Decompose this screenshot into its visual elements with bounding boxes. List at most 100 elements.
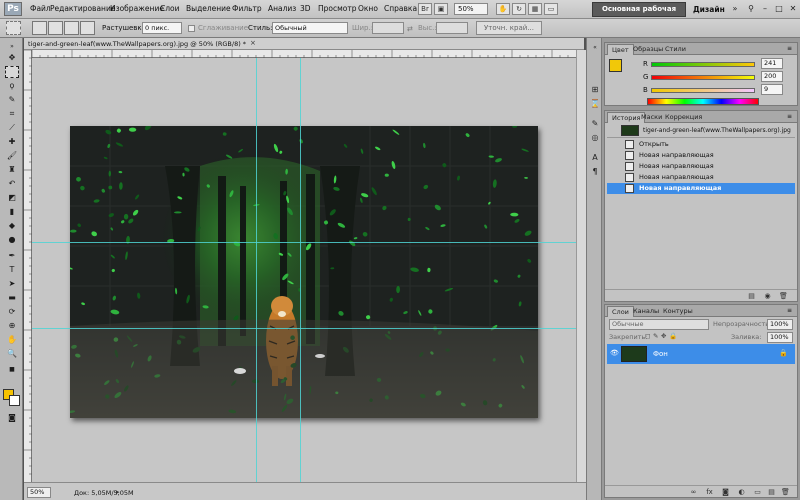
history-brush-tool-icon[interactable]: ↶ bbox=[5, 178, 19, 190]
collapse-panels-icon[interactable]: « bbox=[589, 42, 601, 54]
close-document-icon[interactable]: × bbox=[250, 39, 256, 47]
move-tool-icon[interactable]: ✥ bbox=[5, 52, 19, 64]
history-item[interactable]: Новая направляющая bbox=[607, 150, 795, 161]
dodge-tool-icon[interactable]: ● bbox=[5, 234, 19, 246]
lock-transparency-icon[interactable]: ◻ bbox=[645, 332, 650, 340]
zoom-level-select[interactable]: 50% bbox=[454, 3, 488, 15]
3d-rotate-tool-icon[interactable]: ⟳ bbox=[5, 306, 19, 318]
status-zoom-input[interactable]: 50% bbox=[27, 487, 51, 498]
paragraph-panel-icon[interactable]: ¶ bbox=[589, 166, 601, 178]
g-value-input[interactable]: 200 bbox=[761, 71, 783, 82]
guide-vertical[interactable] bbox=[300, 58, 301, 482]
blur-tool-icon[interactable]: ◆ bbox=[5, 220, 19, 232]
hand-tool-icon[interactable]: ✋ bbox=[496, 3, 510, 15]
new-group-icon[interactable]: ▭ bbox=[753, 488, 762, 497]
new-layer-icon[interactable]: ▤ bbox=[767, 488, 776, 497]
clone-source-panel-icon[interactable]: ◎ bbox=[589, 132, 601, 144]
lock-pixels-icon[interactable]: ✎ bbox=[653, 332, 658, 340]
new-selection-icon[interactable] bbox=[32, 21, 47, 35]
layer-style-icon[interactable]: fx bbox=[705, 488, 714, 497]
brush-tool-icon[interactable]: 🖌 bbox=[5, 150, 19, 162]
guide-vertical[interactable] bbox=[256, 58, 257, 482]
add-selection-icon[interactable] bbox=[48, 21, 63, 35]
menu-layers[interactable]: Слои bbox=[160, 4, 180, 13]
screen-mode-icon[interactable]: ▭ bbox=[544, 3, 558, 15]
3d-orbit-tool-icon[interactable]: ⊕ bbox=[5, 320, 19, 332]
link-layers-icon[interactable]: ∞ bbox=[689, 488, 698, 497]
opacity-input[interactable]: 100% bbox=[767, 319, 793, 330]
tab-channels[interactable]: Каналы bbox=[629, 306, 663, 317]
quick-mask-icon[interactable]: ◙ bbox=[5, 412, 19, 424]
bridge-icon[interactable]: Br bbox=[418, 3, 432, 15]
delete-state-icon[interactable]: 🗑 bbox=[779, 292, 788, 301]
horizontal-ruler[interactable] bbox=[32, 50, 576, 58]
workspace-design-link[interactable]: Дизайн bbox=[693, 5, 725, 14]
new-document-from-state-icon[interactable]: ▤ bbox=[747, 292, 756, 301]
character-panel-icon[interactable]: A bbox=[589, 152, 601, 164]
history-snapshot[interactable]: tiger-and-green-leaf(www.TheWallpapers.o… bbox=[607, 124, 795, 138]
layer-row[interactable]: 👁 Фон 🔒 bbox=[607, 344, 795, 364]
fill-input[interactable]: 100% bbox=[767, 332, 793, 343]
r-slider[interactable] bbox=[651, 62, 755, 67]
swap-dimensions-icon[interactable]: ⇄ bbox=[407, 25, 413, 33]
document-image[interactable] bbox=[70, 126, 538, 418]
menu-filter[interactable]: Фильтр bbox=[232, 4, 262, 13]
b-value-input[interactable]: 9 bbox=[761, 84, 783, 95]
refine-edge-button[interactable]: Уточн. край... bbox=[476, 21, 542, 35]
tab-adjustments[interactable]: Коррекция bbox=[661, 112, 706, 123]
hand-tool-icon-side[interactable]: ✋ bbox=[5, 334, 19, 346]
blend-mode-select[interactable]: Обычные bbox=[609, 319, 709, 330]
history-item[interactable]: Новая направляющая bbox=[607, 172, 795, 183]
tab-styles[interactable]: Стили bbox=[661, 44, 690, 55]
more-workspaces-icon[interactable]: » bbox=[728, 3, 742, 15]
menu-select[interactable]: Выделение bbox=[186, 4, 231, 13]
layer-mask-icon[interactable]: ◙ bbox=[721, 488, 730, 497]
brush-panel-icon[interactable]: ✎ bbox=[589, 118, 601, 130]
canvas-area[interactable] bbox=[32, 58, 576, 482]
width-input[interactable] bbox=[372, 22, 404, 34]
close-button[interactable]: ✕ bbox=[786, 3, 800, 15]
status-menu-arrow-icon[interactable]: ▸ bbox=[116, 488, 120, 496]
eyedropper-tool-icon[interactable]: ⟋ bbox=[5, 122, 19, 134]
document-size-info[interactable]: Док: 5,05M/5,05M bbox=[74, 489, 134, 497]
type-tool-icon[interactable]: T bbox=[5, 264, 19, 276]
menu-window[interactable]: Окно bbox=[358, 4, 378, 13]
pen-tool-icon[interactable]: ✒ bbox=[5, 250, 19, 262]
menu-help[interactable]: Справка bbox=[384, 4, 417, 13]
history-panel-icon[interactable]: ⌛ bbox=[589, 98, 601, 110]
b-slider[interactable] bbox=[651, 88, 755, 93]
menu-file[interactable]: Файл bbox=[30, 4, 51, 13]
minimize-button[interactable]: – bbox=[758, 3, 772, 15]
gradient-tool-icon[interactable]: ▮ bbox=[5, 206, 19, 218]
history-item-selected[interactable]: Новая направляющая bbox=[607, 183, 795, 194]
eraser-tool-icon[interactable]: ◩ bbox=[5, 192, 19, 204]
panel-menu-icon[interactable]: ≡ bbox=[787, 307, 792, 314]
minibridge-icon[interactable]: ▣ bbox=[434, 3, 448, 15]
guide-horizontal[interactable] bbox=[32, 328, 576, 329]
workspace-button[interactable]: Основная рабочая среда bbox=[592, 2, 686, 26]
panel-menu-icon[interactable]: ≡ bbox=[787, 45, 792, 52]
panel-menu-icon[interactable]: ≡ bbox=[787, 113, 792, 120]
feather-input[interactable]: 0 пикс. bbox=[142, 22, 182, 34]
healing-brush-tool-icon[interactable]: ✚ bbox=[5, 136, 19, 148]
g-slider[interactable] bbox=[651, 75, 755, 80]
new-snapshot-icon[interactable]: ◉ bbox=[763, 292, 772, 301]
menu-3d[interactable]: 3D bbox=[300, 4, 311, 13]
menu-image[interactable]: Изображение bbox=[110, 4, 164, 13]
antialias-checkbox[interactable] bbox=[188, 25, 195, 32]
zoom-tool-icon[interactable]: 🔍 bbox=[5, 348, 19, 360]
path-selection-tool-icon[interactable]: ➤ bbox=[5, 278, 19, 290]
color-spectrum-bar[interactable] bbox=[647, 98, 759, 105]
marquee-tool-preset-icon[interactable] bbox=[6, 21, 21, 35]
background-color-swatch[interactable] bbox=[9, 395, 20, 406]
restore-button[interactable]: □ bbox=[772, 3, 786, 15]
mini-bridge-panel-icon[interactable]: ⊞ bbox=[589, 84, 601, 96]
history-item[interactable]: Новая направляющая bbox=[607, 161, 795, 172]
tab-paths[interactable]: Контуры bbox=[659, 306, 697, 317]
menu-view[interactable]: Просмотр bbox=[318, 4, 357, 13]
adjustment-layer-icon[interactable]: ◐ bbox=[737, 488, 746, 497]
intersect-selection-icon[interactable] bbox=[80, 21, 95, 35]
document-tab[interactable]: tiger-and-green-leaf(www.TheWallpapers.o… bbox=[24, 38, 584, 50]
foreground-color-preview[interactable] bbox=[609, 59, 622, 72]
menu-analysis[interactable]: Анализ bbox=[268, 4, 296, 13]
